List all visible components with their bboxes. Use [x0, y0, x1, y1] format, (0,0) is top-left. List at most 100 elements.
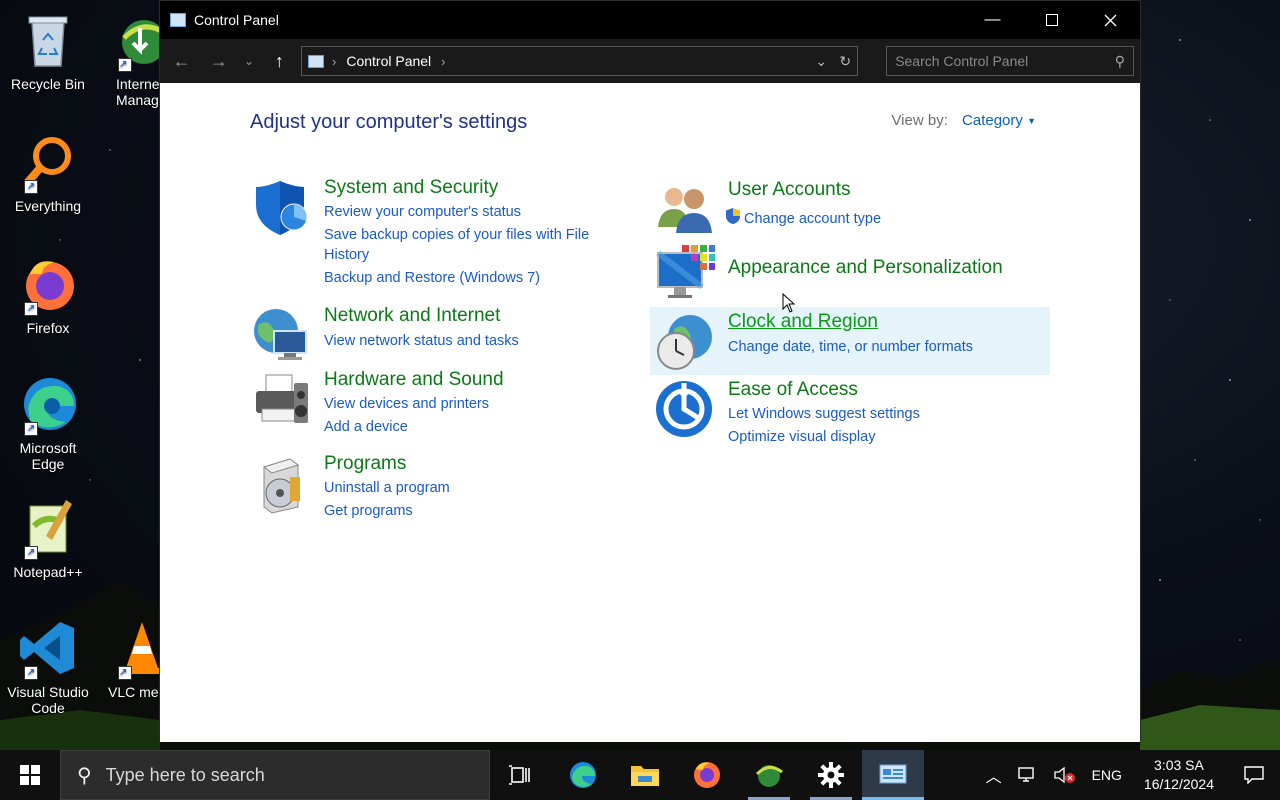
category-system-and-security: System and Security Review your computer…	[250, 177, 614, 291]
taskbar: ⚲ Type here to search ︿ ENG 3:03 SA 16/1…	[0, 750, 1280, 800]
search-icon[interactable]: ⚲	[1115, 53, 1125, 70]
refresh-button[interactable]: ↻	[833, 53, 857, 70]
taskbar-file-explorer[interactable]	[614, 750, 676, 800]
chevron-up-icon: ︿	[985, 769, 1002, 786]
network-tray-button[interactable]	[1010, 750, 1046, 800]
shield-icon[interactable]	[250, 177, 312, 239]
taskbar-firefox[interactable]	[676, 750, 738, 800]
navigation-bar: ← → ⌄ ↑ › Control Panel › ⌄ ↻ ⚲	[160, 39, 1140, 83]
clock-time: 3:03 SA	[1154, 757, 1204, 773]
category-title-system-and-security[interactable]: System and Security	[324, 177, 614, 199]
category-title-network-and-internet[interactable]: Network and Internet	[324, 305, 519, 327]
everything-search-icon: ↗	[16, 130, 80, 194]
chevron-down-icon: ⌄	[244, 54, 255, 68]
category-title-ease-of-access[interactable]: Ease of Access	[728, 379, 920, 401]
edge-icon	[570, 762, 596, 788]
link-change-account-type[interactable]: Change account type	[744, 209, 881, 229]
ease-of-access-icon[interactable]	[654, 379, 716, 441]
back-button[interactable]: ←	[166, 46, 197, 76]
control-panel-window[interactable]: Control Panel — ← → ⌄ ↑ › Control Panel …	[159, 0, 1141, 742]
link-uninstall-a-program[interactable]: Uninstall a program	[324, 478, 450, 498]
network-globe-icon[interactable]	[250, 305, 312, 367]
link-backup-and-restore[interactable]: Backup and Restore (Windows 7)	[324, 268, 614, 288]
vscode-icon: ↗	[16, 616, 80, 680]
breadcrumb-control-panel[interactable]: Control Panel	[346, 53, 431, 69]
network-wired-icon	[1017, 767, 1034, 782]
desktop-icon-firefox[interactable]: ↗ Firefox	[2, 252, 94, 336]
gear-icon	[818, 762, 844, 788]
category-title-appearance-and-personalization[interactable]: Appearance and Personalization	[728, 257, 1003, 279]
category-title-hardware-and-sound[interactable]: Hardware and Sound	[324, 369, 504, 391]
printer-icon[interactable]	[250, 369, 312, 431]
search-icon: ⚲	[77, 764, 92, 787]
page-title: Adjust your computer's settings	[250, 111, 528, 133]
category-title-programs[interactable]: Programs	[324, 453, 450, 475]
desktop-icon-internet-download-manager[interactable]: ↗ Internet Download Manager	[94, 8, 164, 108]
taskbar-clock[interactable]: 3:03 SA 16/12/2024	[1130, 756, 1228, 794]
desktop-icon-recycle-bin[interactable]: Recycle Bin	[2, 8, 94, 92]
desktop-icon-notepad-plus-plus[interactable]: ↗ Notepad++	[2, 496, 94, 580]
link-view-network-status[interactable]: View network status and tasks	[324, 331, 519, 351]
breadcrumb-separator-icon[interactable]: ›	[441, 54, 445, 69]
link-add-a-device[interactable]: Add a device	[324, 417, 504, 437]
start-button[interactable]	[0, 750, 60, 800]
folder-icon	[631, 766, 659, 786]
title-bar[interactable]: Control Panel —	[160, 1, 1140, 39]
search-input[interactable]	[895, 53, 1115, 69]
desktop-icon-visual-studio-code[interactable]: ↗ Visual Studio Code	[2, 616, 94, 716]
control-panel-content: Adjust your computer's settings View by:…	[160, 83, 1140, 742]
taskbar-internet-download-manager[interactable]	[738, 750, 800, 800]
link-get-programs[interactable]: Get programs	[324, 501, 450, 521]
category-title-clock-and-region[interactable]: Clock and Region	[728, 311, 973, 333]
edge-icon: ↗	[16, 372, 80, 436]
close-icon	[1104, 14, 1117, 26]
link-let-windows-suggest-settings[interactable]: Let Windows suggest settings	[728, 404, 920, 424]
control-panel-icon	[879, 764, 907, 784]
taskbar-control-panel[interactable]	[862, 750, 924, 800]
show-hidden-icons-button[interactable]: ︿	[978, 750, 1010, 800]
taskbar-edge[interactable]	[552, 750, 614, 800]
maximize-button[interactable]	[1022, 1, 1081, 39]
link-file-history[interactable]: Save backup copies of your files with Fi…	[324, 225, 614, 265]
windows-logo-icon	[20, 765, 40, 785]
monitor-palette-icon[interactable]	[654, 243, 716, 305]
action-center-button[interactable]	[1228, 750, 1280, 800]
forward-button[interactable]: →	[203, 46, 234, 76]
shortcut-arrow-icon: ↗	[24, 666, 38, 680]
programs-disc-icon[interactable]	[250, 453, 312, 515]
idm-icon: ↗	[110, 8, 164, 72]
view-by-dropdown[interactable]: Category ▼	[962, 112, 1036, 129]
notification-icon	[1244, 766, 1264, 784]
clock-globe-icon[interactable]	[654, 311, 716, 373]
desktop-icon-everything[interactable]: ↗ Everything	[2, 130, 94, 214]
mouse-cursor-icon	[782, 293, 796, 313]
taskbar-settings[interactable]	[800, 750, 862, 800]
link-view-devices-and-printers[interactable]: View devices and printers	[324, 394, 504, 414]
link-optimize-visual-display[interactable]: Optimize visual display	[728, 427, 920, 447]
category-title-user-accounts[interactable]: User Accounts	[728, 179, 881, 201]
language-indicator[interactable]: ENG	[1084, 750, 1130, 800]
shortcut-arrow-icon: ↗	[118, 666, 132, 680]
link-change-date-time-formats[interactable]: Change date, time, or number formats	[728, 337, 973, 357]
search-box[interactable]: ⚲	[886, 46, 1134, 76]
desktop-icon-vlc[interactable]: ↗ VLC media player	[94, 616, 164, 700]
category-ease-of-access: Ease of Access Let Windows suggest setti…	[654, 379, 920, 450]
users-icon[interactable]	[654, 179, 716, 241]
up-button[interactable]: ↑	[264, 46, 295, 76]
desktop-icon-microsoft-edge[interactable]: ↗ Microsoft Edge	[2, 372, 94, 472]
address-dropdown-button[interactable]: ⌄	[809, 53, 833, 70]
minimize-button[interactable]: —	[963, 1, 1022, 39]
close-button[interactable]	[1081, 1, 1140, 39]
breadcrumb-separator-icon: ›	[332, 53, 337, 69]
maximize-icon	[1045, 14, 1058, 26]
control-panel-icon	[170, 13, 186, 27]
taskbar-search-box[interactable]: ⚲ Type here to search	[60, 750, 490, 800]
volume-muted-icon	[1053, 767, 1075, 783]
volume-tray-button[interactable]	[1046, 750, 1084, 800]
category-clock-and-region: Clock and Region Change date, time, or n…	[650, 307, 1050, 375]
address-bar[interactable]: › Control Panel › ⌄ ↻	[301, 46, 859, 76]
caret-down-icon: ▼	[1027, 116, 1036, 127]
recent-locations-button[interactable]: ⌄	[240, 46, 258, 76]
task-view-button[interactable]	[490, 750, 552, 800]
link-review-computer-status[interactable]: Review your computer's status	[324, 202, 614, 222]
